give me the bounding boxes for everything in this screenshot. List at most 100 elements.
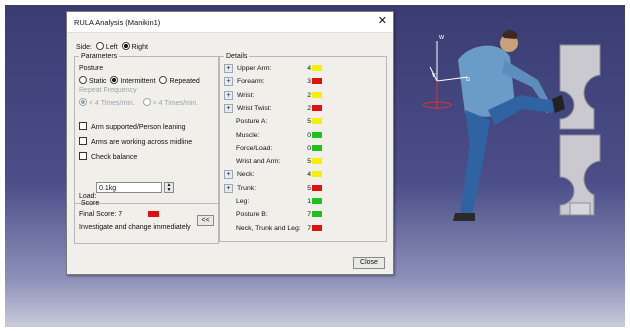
midline-label[interactable]: Arms are working across midline bbox=[91, 139, 192, 146]
expand-button[interactable]: + bbox=[224, 103, 233, 113]
details-legend: Details bbox=[226, 53, 248, 60]
detail-color-swatch bbox=[312, 211, 322, 218]
detail-color-swatch bbox=[312, 158, 322, 165]
detail-color-swatch bbox=[312, 224, 322, 231]
detail-label: Upper Arm: bbox=[237, 65, 272, 72]
detail-value: 4 bbox=[307, 171, 311, 179]
detail-value: 4 bbox=[307, 65, 311, 72]
posture-label: Posture bbox=[79, 65, 104, 72]
detail-label: Posture A: bbox=[236, 118, 268, 126]
repeat-frequency-options: < 4 Times/min. > 4 Times/min. bbox=[77, 98, 198, 107]
detail-row: Posture B: 7 bbox=[220, 210, 386, 220]
arm-supported-box[interactable] bbox=[79, 122, 87, 130]
dialog-title: RULA Analysis (Manikin1) bbox=[74, 18, 161, 27]
load-input[interactable]: 0.1kg bbox=[96, 182, 162, 193]
detail-row: Wrist and Arm: 5 bbox=[220, 157, 386, 167]
posture-repeated-radio[interactable] bbox=[159, 76, 168, 84]
posture-repeated-label[interactable]: Repeated bbox=[169, 78, 199, 85]
final-score-label: Final Score: 7 bbox=[79, 211, 123, 218]
detail-label: Wrist and Arm: bbox=[236, 158, 281, 166]
detail-color-swatch bbox=[312, 78, 322, 85]
repeat-less-radio[interactable] bbox=[79, 98, 87, 106]
detail-value: 0 bbox=[307, 131, 311, 139]
detail-label: Force/Load: bbox=[236, 144, 273, 152]
fixture-part bbox=[559, 44, 601, 216]
close-icon[interactable]: ✕ bbox=[378, 15, 387, 27]
detail-value: 5 bbox=[307, 158, 311, 166]
midline-checkbox[interactable]: Arms are working across midline bbox=[79, 137, 192, 146]
posture-static-radio[interactable] bbox=[79, 76, 87, 84]
detail-value: 2 bbox=[307, 91, 311, 99]
detail-label: Neck, Trunk and Leg: bbox=[236, 224, 301, 232]
check-balance-checkbox[interactable]: Check balance bbox=[79, 152, 137, 161]
detail-label: Wrist: bbox=[237, 91, 255, 99]
detail-label: Wrist Twist: bbox=[237, 104, 272, 112]
expand-button[interactable]: + bbox=[224, 170, 233, 180]
side-left-radio[interactable] bbox=[95, 42, 104, 50]
detail-value: 7 bbox=[307, 211, 311, 219]
arm-supported-checkbox[interactable]: Arm supported/Person leaning bbox=[79, 122, 186, 131]
expand-button[interactable]: + bbox=[224, 90, 233, 100]
detail-label: Forearm: bbox=[237, 78, 265, 86]
detail-label: Muscle: bbox=[236, 131, 260, 139]
arm-supported-label[interactable]: Arm supported/Person leaning bbox=[91, 124, 186, 131]
side-right-label[interactable]: Right bbox=[132, 44, 148, 51]
check-balance-label[interactable]: Check balance bbox=[91, 154, 137, 161]
axis-label-v: v bbox=[432, 72, 436, 79]
posture-intermittent-radio[interactable] bbox=[110, 76, 119, 84]
side-label: Side: bbox=[76, 44, 92, 51]
detail-value: 5 bbox=[307, 184, 311, 192]
detail-value: 0 bbox=[307, 144, 311, 152]
score-legend: Score bbox=[81, 200, 100, 207]
final-score-swatch bbox=[148, 211, 159, 217]
detail-row: + Trunk: 5 bbox=[220, 183, 386, 194]
detail-row: Neck, Trunk and Leg: 7 bbox=[220, 224, 386, 234]
detail-color-swatch bbox=[312, 65, 322, 71]
axis-label-w: w bbox=[438, 34, 445, 41]
detail-value: 2 bbox=[307, 104, 311, 112]
detail-color-swatch bbox=[312, 144, 322, 151]
detail-row: Muscle: 0 bbox=[220, 131, 386, 141]
detail-label: Neck: bbox=[237, 171, 255, 179]
details-group: Details + Upper Arm: 4 + Forearm: 3 + Wrist: 2 + W… bbox=[219, 53, 387, 242]
posture-intermittent-label[interactable]: Intermittent bbox=[120, 78, 155, 85]
load-spinner[interactable]: ▲ ▼ bbox=[164, 182, 174, 193]
expand-button[interactable]: + bbox=[224, 64, 233, 73]
detail-value: 7 bbox=[307, 224, 311, 232]
detail-row: + Forearm: 3 bbox=[220, 77, 386, 87]
detail-row: Leg: 1 bbox=[220, 197, 386, 207]
detail-row: + Wrist Twist: 2 bbox=[220, 103, 386, 114]
posture-static-label[interactable]: Static bbox=[89, 78, 107, 85]
detail-label: Trunk: bbox=[237, 184, 257, 192]
detail-row: + Upper Arm: 4 bbox=[220, 64, 386, 74]
manikin-model[interactable]: w v u bbox=[410, 5, 625, 245]
detail-label: Leg: bbox=[236, 198, 250, 205]
check-balance-box[interactable] bbox=[79, 152, 87, 160]
side-left-label[interactable]: Left bbox=[106, 44, 118, 51]
repeat-more-radio[interactable] bbox=[142, 98, 151, 106]
detail-color-swatch bbox=[312, 184, 322, 191]
detail-color-swatch bbox=[312, 104, 322, 111]
detail-color-swatch bbox=[312, 91, 322, 98]
detail-value: 3 bbox=[307, 78, 311, 86]
collapse-button[interactable]: << bbox=[197, 215, 214, 226]
side-selector: Side: Left Right bbox=[76, 42, 148, 51]
expand-button[interactable]: + bbox=[224, 183, 233, 193]
posture-options: Static Intermittent Repeated bbox=[77, 76, 200, 85]
detail-value: 1 bbox=[307, 198, 311, 205]
midline-box[interactable] bbox=[79, 137, 87, 145]
dialog-titlebar[interactable]: RULA Analysis (Manikin1) ✕ bbox=[67, 12, 393, 33]
repeat-frequency-label: Repeat Frequency bbox=[79, 87, 137, 94]
parameters-legend: Parameters bbox=[81, 53, 118, 60]
repeat-less-label[interactable]: < 4 Times/min. bbox=[89, 100, 135, 107]
detail-row: + Wrist: 2 bbox=[220, 90, 386, 101]
repeat-more-label[interactable]: > 4 Times/min. bbox=[153, 100, 199, 107]
side-right-radio[interactable] bbox=[121, 42, 130, 50]
score-message: Investigate and change immediately bbox=[79, 224, 191, 231]
detail-color-swatch bbox=[312, 198, 322, 204]
expand-button[interactable]: + bbox=[224, 77, 233, 87]
detail-row: Force/Load: 0 bbox=[220, 144, 386, 154]
close-button[interactable]: Close bbox=[353, 257, 385, 269]
detail-label: Posture B: bbox=[236, 211, 268, 219]
detail-color-swatch bbox=[312, 118, 322, 125]
